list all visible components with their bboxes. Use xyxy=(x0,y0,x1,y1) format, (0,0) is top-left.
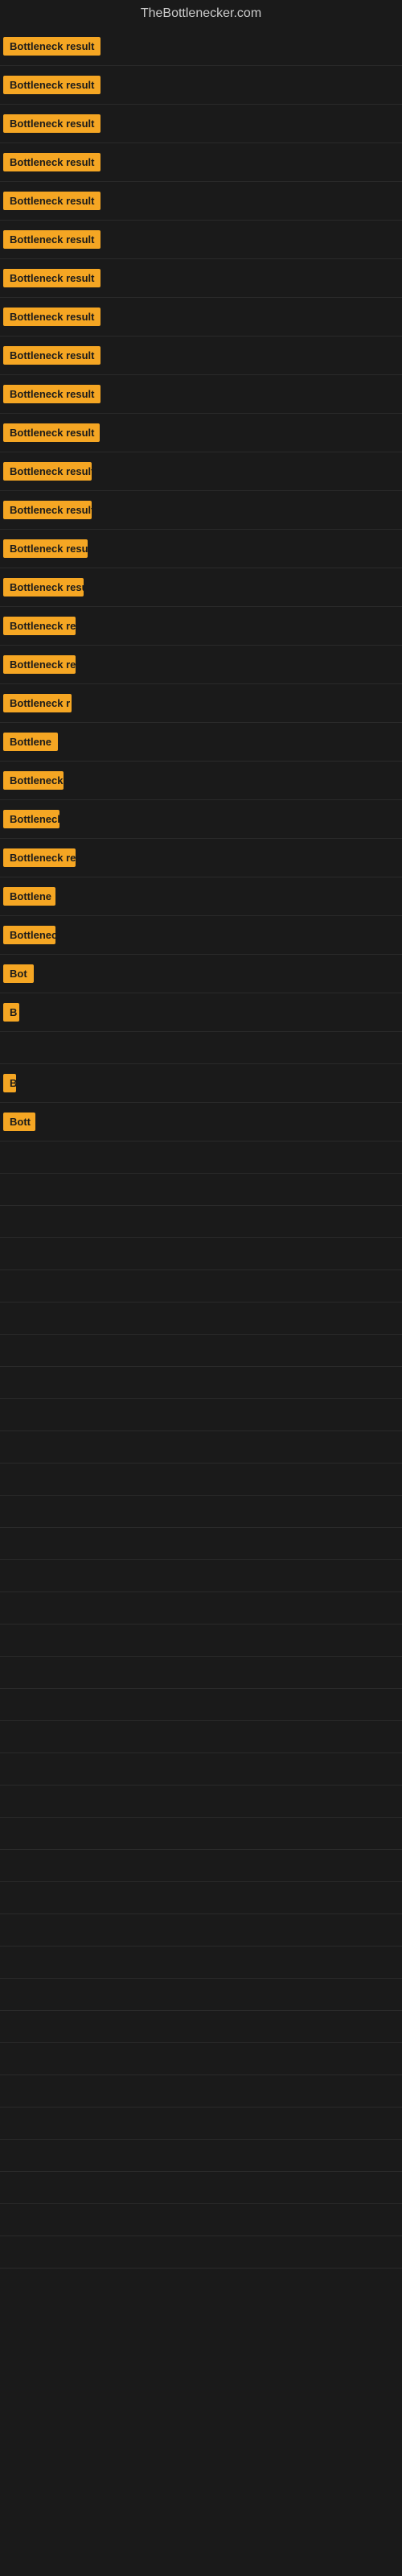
table-row: Bottleneck result xyxy=(0,336,402,375)
table-row xyxy=(0,1238,402,1270)
table-row: Bottleneck result xyxy=(0,143,402,182)
empty-row xyxy=(0,1335,402,1367)
bottleneck-result-badge[interactable]: Bottleneck r xyxy=(3,771,64,790)
empty-row xyxy=(0,1946,402,1979)
table-row: Bottleneck result xyxy=(0,568,402,607)
bottleneck-result-badge[interactable]: Bottleneck result xyxy=(3,76,100,94)
bottleneck-result-badge[interactable]: Bottleneck result xyxy=(3,269,100,287)
bottleneck-result-badge[interactable]: Bottleneck xyxy=(3,810,59,828)
table-row xyxy=(0,1270,402,1302)
bottleneck-result-badge[interactable]: Bottleneck result xyxy=(3,539,88,558)
empty-row xyxy=(0,2043,402,2075)
table-row: Bottleneck result xyxy=(0,375,402,414)
table-row: Bottleneck result xyxy=(0,646,402,684)
table-row: Bottleneck result xyxy=(0,66,402,105)
bottleneck-result-badge[interactable]: Bottleneck result xyxy=(3,230,100,249)
empty-row xyxy=(0,1979,402,2011)
empty-row xyxy=(0,1689,402,1721)
table-row: Bot xyxy=(0,955,402,993)
empty-row xyxy=(0,1850,402,1882)
empty-row xyxy=(0,1721,402,1753)
empty-row xyxy=(0,2204,402,2236)
empty-row xyxy=(0,1463,402,1496)
empty-row xyxy=(0,1592,402,1624)
empty-row xyxy=(0,1818,402,1850)
table-row: Bottleneck r xyxy=(0,762,402,800)
bottleneck-result-badge[interactable]: Bottleneck xyxy=(3,926,55,944)
empty-row xyxy=(0,2236,402,2268)
bottleneck-result-badge[interactable]: Bottleneck result xyxy=(3,655,76,674)
table-row: Bottleneck xyxy=(0,800,402,839)
table-row xyxy=(0,1174,402,1206)
empty-row xyxy=(0,2172,402,2204)
bottleneck-result-badge[interactable]: Bottleneck re xyxy=(3,617,76,635)
bottleneck-result-badge[interactable]: Bottleneck result xyxy=(3,192,100,210)
empty-row xyxy=(0,1496,402,1528)
bottleneck-result-badge[interactable]: Bottleneck result xyxy=(3,501,92,519)
table-row: Bottleneck result xyxy=(0,491,402,530)
empty-row xyxy=(0,1657,402,1689)
table-row xyxy=(0,1141,402,1174)
empty-row xyxy=(0,1914,402,1946)
empty-row xyxy=(0,1302,402,1335)
empty-row xyxy=(0,1528,402,1560)
table-row: Bottleneck result xyxy=(0,259,402,298)
table-row: Bottleneck result xyxy=(0,27,402,66)
bottleneck-result-badge[interactable]: Bottleneck r xyxy=(3,694,72,712)
empty-row xyxy=(0,2011,402,2043)
table-row: Bottleneck res xyxy=(0,839,402,877)
table-row: Bottleneck result xyxy=(0,221,402,259)
bottleneck-result-badge[interactable]: Bottleneck result xyxy=(3,153,100,171)
bottleneck-result-badge[interactable]: Bottlene xyxy=(3,887,55,906)
empty-row xyxy=(0,1785,402,1818)
table-row: Bottleneck xyxy=(0,916,402,955)
table-row: Bottlene xyxy=(0,877,402,916)
bottleneck-result-badge[interactable]: Bottleneck res xyxy=(3,848,76,867)
empty-row xyxy=(0,2075,402,2107)
table-row xyxy=(0,1206,402,1238)
empty-row xyxy=(0,1624,402,1657)
table-row: Bottleneck result xyxy=(0,182,402,221)
bottleneck-result-badge[interactable]: Bottleneck result xyxy=(3,385,100,403)
bottleneck-result-badge[interactable]: Bottleneck result xyxy=(3,578,84,597)
empty-row xyxy=(0,2140,402,2172)
table-row: Bottleneck result xyxy=(0,452,402,491)
table-row xyxy=(0,1032,402,1064)
table-row: B xyxy=(0,1064,402,1103)
table-row: Bottleneck re xyxy=(0,607,402,646)
empty-row xyxy=(0,1753,402,1785)
bottleneck-result-badge[interactable]: B xyxy=(3,1003,19,1022)
site-title: TheBottlenecker.com xyxy=(0,0,402,27)
bottleneck-result-badge[interactable]: Bottleneck result xyxy=(3,37,100,56)
empty-row xyxy=(0,2107,402,2140)
bottleneck-result-badge[interactable]: Bottlene xyxy=(3,733,58,751)
table-row: Bottleneck r xyxy=(0,684,402,723)
bottleneck-result-badge[interactable]: Bottleneck result xyxy=(3,462,92,481)
bottleneck-result-badge[interactable]: Bott xyxy=(3,1113,35,1131)
bottleneck-result-badge[interactable]: Bottleneck result xyxy=(3,346,100,365)
empty-row xyxy=(0,1560,402,1592)
table-row: Bottlene xyxy=(0,723,402,762)
table-row: Bottleneck result xyxy=(0,530,402,568)
table-row: Bott xyxy=(0,1103,402,1141)
empty-row xyxy=(0,1431,402,1463)
table-row: Bottleneck result xyxy=(0,298,402,336)
bottleneck-result-badge[interactable]: Bottleneck result xyxy=(3,308,100,326)
bottleneck-result-badge[interactable]: Bot xyxy=(3,964,34,983)
empty-row xyxy=(0,1367,402,1399)
table-row: Bottleneck result xyxy=(0,105,402,143)
empty-row xyxy=(0,1882,402,1914)
table-row: B xyxy=(0,993,402,1032)
bottleneck-result-badge[interactable]: Bottleneck result xyxy=(3,114,100,133)
table-row: Bottleneck result xyxy=(0,414,402,452)
bottleneck-result-badge[interactable]: Bottleneck result xyxy=(3,423,100,442)
bottleneck-result-badge[interactable]: B xyxy=(3,1074,16,1092)
empty-row xyxy=(0,1399,402,1431)
